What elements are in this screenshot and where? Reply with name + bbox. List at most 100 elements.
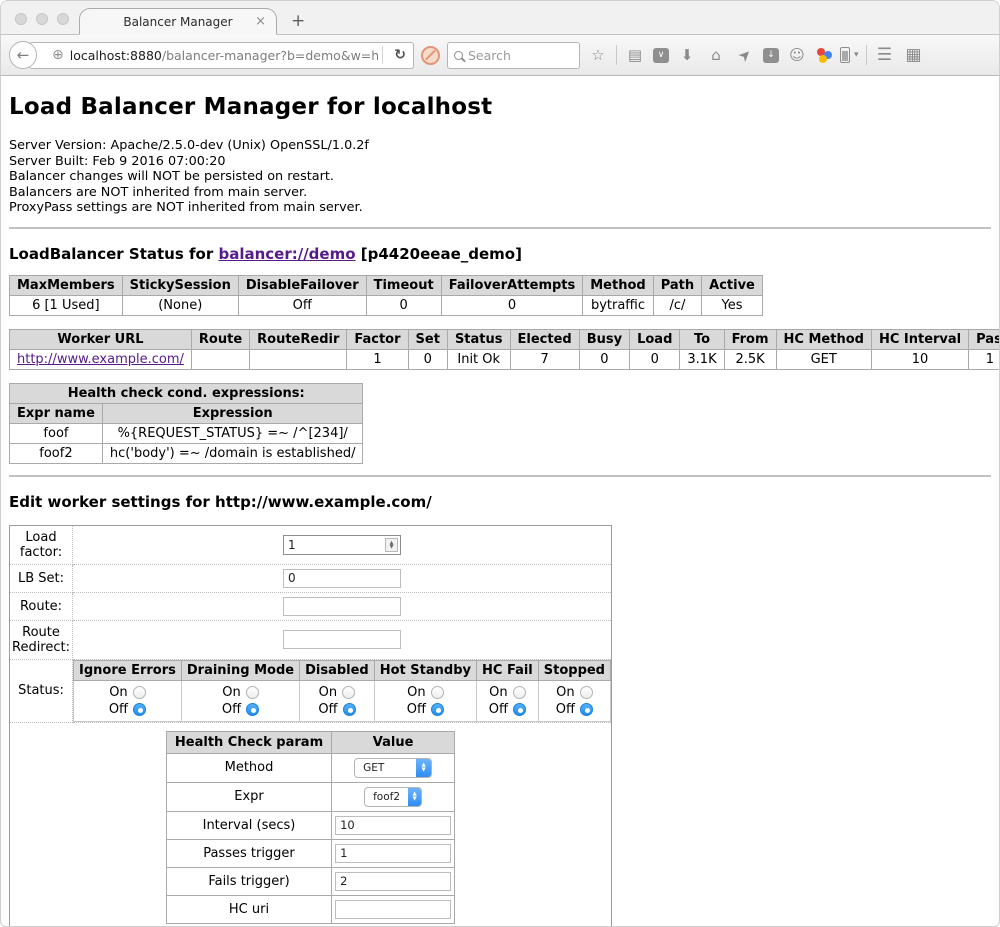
balancer-demo-link[interactable]: balancer://demo — [218, 245, 355, 263]
cell-factor: 1 — [347, 349, 408, 369]
off-label: Off — [556, 701, 575, 718]
proxypass-note-line: ProxyPass settings are NOT inherited fro… — [9, 200, 991, 216]
route-redirect-input[interactable] — [283, 630, 401, 649]
route-input[interactable] — [283, 597, 401, 616]
search-icon — [454, 51, 463, 60]
screenshot-icon[interactable]: ↓ — [763, 48, 779, 63]
hc-fail-off-radio[interactable] — [513, 703, 526, 716]
cell-active: Yes — [702, 295, 763, 315]
overflow-caret-icon[interactable]: ▾ — [854, 50, 859, 60]
on-label: On — [407, 684, 425, 701]
stopped-on-radio[interactable] — [580, 686, 593, 699]
lb-status-heading-prefix: LoadBalancer Status for — [9, 245, 218, 263]
tab-close-icon[interactable]: × — [255, 15, 266, 28]
on-label: On — [109, 684, 127, 701]
route-redirect-label: Route Redirect: — [10, 620, 73, 659]
cell-hc-method: GET — [776, 349, 871, 369]
hc-interval-input[interactable] — [335, 816, 451, 835]
home-icon[interactable]: ⌂ — [705, 48, 727, 63]
col-expr-name: Expr name — [10, 403, 103, 423]
feedback-smiley-icon[interactable]: ☺ — [786, 48, 808, 63]
downloads-icon[interactable]: ⬇ — [676, 48, 698, 63]
col-load: Load — [630, 329, 680, 349]
hc-uri-row: HC uri — [166, 895, 454, 923]
table-header-row: Expr name Expression — [10, 403, 363, 423]
lb-status-heading-suffix: [p4420eeae_demo] — [356, 245, 522, 263]
status-radio-table: Ignore Errors Draining Mode Disabled Hot… — [73, 660, 611, 722]
col-method: Method — [583, 275, 653, 295]
number-stepper-icon[interactable]: ▲▼ — [385, 538, 398, 552]
col-elected: Elected — [510, 329, 579, 349]
send-tab-icon[interactable]: ➤ — [734, 48, 756, 63]
new-tab-button[interactable]: + — [291, 13, 305, 30]
table-row: foof2 hc('body') =~ /domain is establish… — [10, 443, 363, 463]
url-bar[interactable]: ⊕ localhost:8880/balancer-manager?b=demo… — [29, 42, 414, 69]
load-factor-input[interactable] — [283, 535, 401, 555]
off-label: Off — [318, 701, 337, 718]
col-factor: Factor — [347, 329, 408, 349]
pocket-icon[interactable]: ∨ — [653, 48, 669, 63]
server-info: Server Version: Apache/2.5.0-dev (Unix) … — [9, 138, 991, 216]
hc-expr-select[interactable]: foof2 ▲▼ — [364, 787, 422, 807]
col-disabled: Disabled — [300, 660, 375, 680]
col-draining-mode: Draining Mode — [181, 660, 299, 680]
hot-standby-off-radio[interactable] — [431, 703, 444, 716]
zoom-window-button[interactable] — [57, 13, 69, 25]
colors-extension-icon[interactable] — [815, 47, 833, 63]
col-maxmembers: MaxMembers — [10, 275, 123, 295]
ignore-errors-on-radio[interactable] — [133, 686, 146, 699]
disabled-off-radio[interactable] — [343, 703, 356, 716]
cell-route — [191, 349, 249, 369]
search-box[interactable] — [447, 42, 580, 69]
url-text[interactable]: localhost:8880/balancer-manager?b=demo&w… — [70, 48, 379, 63]
back-button[interactable]: ← — [9, 41, 37, 69]
load-factor-label: Load factor: — [10, 525, 73, 564]
tab-title: Balancer Manager — [123, 15, 232, 29]
ignore-errors-off-radio[interactable] — [133, 703, 146, 716]
worker-url-link[interactable]: http://www.example.com/ — [17, 352, 184, 367]
off-label: Off — [407, 701, 426, 718]
hc-uri-input[interactable] — [335, 900, 451, 919]
bookmark-star-icon[interactable]: ☆ — [587, 48, 609, 63]
cell-from: 2.5K — [724, 349, 776, 369]
disabled-on-radio[interactable] — [342, 686, 355, 699]
hc-uri-label: HC uri — [166, 895, 331, 923]
col-disablefailover: DisableFailover — [238, 275, 366, 295]
cell-status: Init Ok — [447, 349, 510, 369]
draining-mode-on-radio[interactable] — [246, 686, 259, 699]
toolbar-separator — [616, 45, 617, 65]
cell-path: /c/ — [653, 295, 701, 315]
table-row: 6 [1 Used] (None) Off 0 0 bytraffic /c/ … — [10, 295, 763, 315]
hc-fail-on-radio[interactable] — [513, 686, 526, 699]
hc-method-select[interactable]: GET ▲▼ — [354, 758, 432, 778]
hc-expr-row: Expr foof2 ▲▼ — [166, 782, 454, 811]
balancer-status-table: MaxMembers StickySession DisableFailover… — [9, 275, 763, 316]
tab-balancer-manager[interactable]: Balancer Manager × — [79, 8, 277, 35]
adblock-icon[interactable] — [421, 46, 440, 65]
col-route: Route — [191, 329, 249, 349]
col-stickysession: StickySession — [122, 275, 238, 295]
close-window-button[interactable] — [15, 13, 27, 25]
hc-expr-selected-value: foof2 — [365, 791, 408, 803]
draining-mode-off-radio[interactable] — [246, 703, 259, 716]
hc-fails-input[interactable] — [335, 872, 451, 891]
hot-standby-on-radio[interactable] — [431, 686, 444, 699]
on-label: On — [222, 684, 240, 701]
server-built-line: Server Built: Feb 9 2016 07:00:20 — [9, 154, 991, 170]
extension-grid-icon[interactable]: ▦ — [903, 47, 925, 64]
url-domain: localhost:8880 — [70, 48, 162, 63]
minimize-window-button[interactable] — [36, 13, 48, 25]
reload-button[interactable]: ↻ — [387, 47, 413, 63]
hc-fails-row: Fails trigger) — [166, 867, 454, 895]
reading-list-icon[interactable]: ▤ — [624, 48, 646, 63]
cell-routeredir — [250, 349, 347, 369]
menu-icon[interactable]: ☰ — [874, 47, 896, 64]
stopped-off-radio[interactable] — [580, 703, 593, 716]
search-input[interactable] — [468, 48, 573, 63]
cell-expression: hc('body') =~ /domain is established/ — [102, 443, 363, 463]
col-hc-fail: HC Fail — [477, 660, 539, 680]
hc-passes-input[interactable] — [335, 844, 451, 863]
lb-set-input[interactable] — [283, 569, 401, 588]
battery-extension-icon[interactable] — [840, 47, 850, 63]
col-from: From — [724, 329, 776, 349]
